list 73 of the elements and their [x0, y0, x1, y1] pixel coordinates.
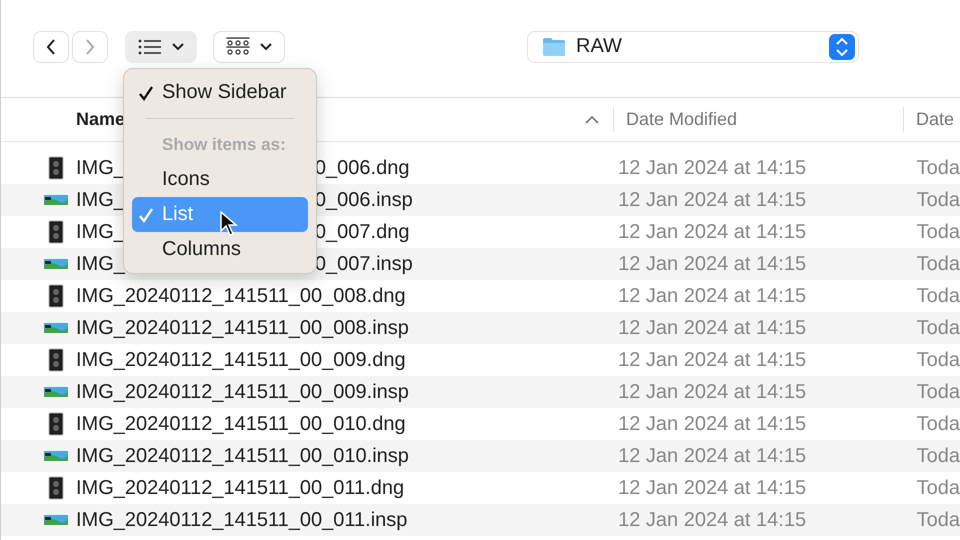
file-name: 0_006.dng — [314, 156, 410, 180]
location-popup[interactable]: RAW — [527, 30, 859, 62]
table-cell: Toda — [916, 476, 960, 498]
image-thumbnail-icon — [48, 220, 64, 244]
table-cell: Toda — [916, 284, 960, 306]
list-icon — [138, 38, 162, 54]
file-name: 0_007.insp — [314, 252, 413, 276]
table-cell: Toda — [916, 508, 960, 530]
file-name: 0_006.insp — [314, 188, 413, 212]
file-name: IMG_20240112_141511_00_010.dng — [76, 412, 406, 436]
table-cell: Toda — [916, 348, 960, 370]
table-cell: Toda — [916, 444, 960, 466]
menu-item[interactable]: Columns — [132, 232, 308, 267]
image-thumbnail-icon — [48, 476, 64, 500]
date-modified: 12 Jan 2024 at 14:15 — [618, 156, 806, 178]
panorama-thumbnail-icon — [44, 322, 68, 334]
image-thumbnail-icon — [48, 348, 64, 372]
file-name: IMG_20240112_141511_00_010.insp — [76, 444, 409, 468]
date-modified: 12 Jan 2024 at 14:15 — [618, 220, 806, 242]
menu-item[interactable]: Show Sidebar — [132, 75, 308, 110]
date-modified: 12 Jan 2024 at 14:15 — [618, 508, 806, 530]
file-name: IMG_20240112_141511_00_009.insp — [76, 380, 409, 404]
date-modified: 12 Jan 2024 at 14:15 — [618, 444, 806, 466]
chevron-left-icon — [46, 38, 56, 56]
table-cell: Toda — [916, 188, 960, 210]
column-header[interactable]: Date Modified — [626, 108, 738, 130]
column-header[interactable]: Name — [76, 109, 126, 130]
menu-heading: Show items as: — [161, 134, 287, 156]
date-modified: 12 Jan 2024 at 14:15 — [618, 188, 806, 210]
panorama-thumbnail-icon — [44, 258, 68, 270]
sort-ascending-icon — [585, 116, 599, 124]
table-cell: Toda — [916, 252, 960, 274]
table-cell: Toda — [916, 156, 960, 178]
date-modified: 12 Jan 2024 at 14:15 — [618, 284, 806, 306]
date-modified: 12 Jan 2024 at 14:15 — [618, 476, 806, 498]
panorama-thumbnail-icon — [44, 514, 68, 526]
file-name: IMG_ — [76, 252, 125, 276]
stepper-icon — [829, 34, 855, 60]
image-thumbnail-icon — [48, 156, 64, 180]
table-cell: Toda — [916, 412, 960, 434]
date-modified: 12 Jan 2024 at 14:15 — [618, 412, 806, 434]
date-modified: 12 Jan 2024 at 14:15 — [618, 252, 806, 274]
file-name: IMG_ — [76, 188, 125, 212]
file-name: IMG_ — [76, 220, 125, 244]
image-thumbnail-icon — [48, 412, 64, 436]
folder-icon — [542, 36, 566, 56]
file-name: IMG_20240112_141511_00_009.dng — [76, 348, 406, 372]
table-cell: Toda — [916, 380, 960, 402]
back-button[interactable] — [33, 30, 69, 62]
file-name: IMG_20240112_141511_00_008.insp — [76, 316, 409, 340]
group-button[interactable] — [213, 30, 285, 62]
date-modified: 12 Jan 2024 at 14:15 — [618, 316, 806, 338]
date-modified: 12 Jan 2024 at 14:15 — [618, 380, 806, 402]
table-cell: Toda — [916, 220, 960, 242]
date-modified: 12 Jan 2024 at 14:15 — [618, 348, 806, 370]
column-header[interactable]: Date — [916, 108, 954, 130]
file-name: IMG_20240112_141511_00_011.insp — [76, 508, 408, 532]
chevron-down-icon — [172, 42, 184, 50]
panorama-thumbnail-icon — [44, 450, 68, 462]
menu-item[interactable]: Icons — [132, 162, 308, 197]
file-name: IMG_ — [76, 156, 125, 180]
grid-icon — [226, 36, 250, 56]
file-name: 0_007.dng — [314, 220, 410, 244]
view-mode-button[interactable] — [125, 30, 197, 62]
image-thumbnail-icon — [48, 284, 64, 308]
pointer-cursor-icon — [220, 211, 238, 237]
chevron-right-icon — [85, 38, 95, 56]
file-name: IMG_20240112_141511_00_011.dng — [76, 476, 404, 500]
panorama-thumbnail-icon — [44, 194, 68, 206]
chevron-down-icon — [260, 42, 272, 50]
file-name: IMG_20240112_141511_00_008.dng — [76, 284, 406, 308]
table-cell: Toda — [916, 316, 960, 338]
panorama-thumbnail-icon — [44, 386, 68, 398]
